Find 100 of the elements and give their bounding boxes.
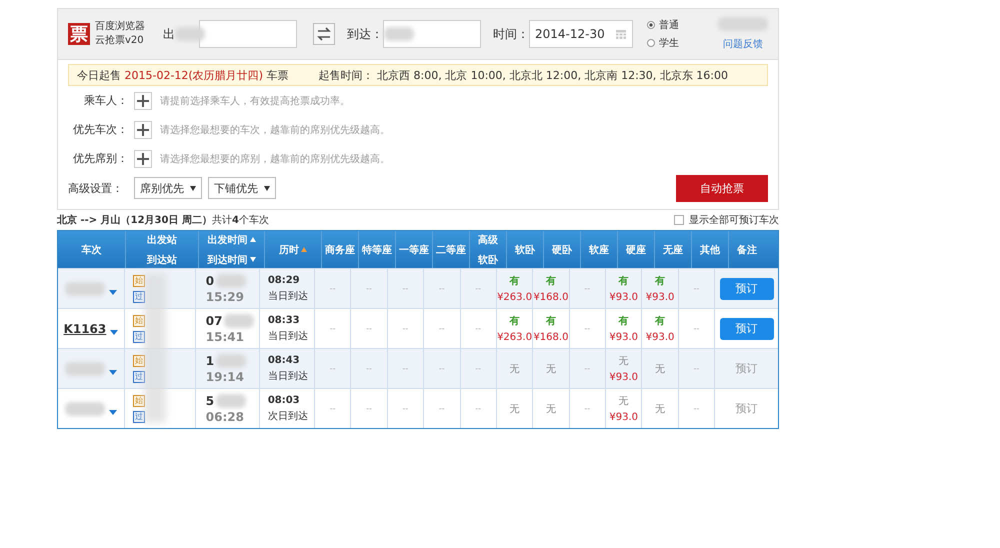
ticket-type-radio[interactable]: 学生	[647, 36, 679, 50]
train-number[interactable]: K1163	[64, 322, 106, 336]
form-label: 高级设置：	[68, 180, 124, 196]
seat-status: --	[584, 404, 590, 413]
seat-status: 无	[546, 402, 556, 416]
seat-status: 有	[510, 314, 520, 328]
seat-status: --	[402, 364, 408, 373]
seat-status: --	[694, 324, 700, 333]
column-header[interactable]: 一等座	[399, 242, 429, 256]
duration: 08:29	[268, 274, 300, 286]
column-header[interactable]: 软座	[589, 242, 609, 256]
seat-price: ¥168.0	[533, 332, 568, 343]
column-header[interactable]: 到达时间	[208, 252, 256, 266]
result-summary: 北京 --> 月山（12月30日 周二）共计4个车次	[57, 213, 269, 227]
add-button[interactable]	[134, 92, 152, 110]
seat-status: --	[475, 324, 482, 333]
seat-status: 有	[510, 274, 520, 288]
arrival-day: 当日到达	[268, 328, 308, 342]
seat-status: --	[402, 324, 408, 333]
redaction-blur	[216, 354, 246, 368]
column-header[interactable]: 无座	[663, 242, 683, 256]
column-header[interactable]: 二等座	[436, 242, 466, 256]
column-header[interactable]: 备注	[737, 242, 757, 256]
station-badge: 过	[132, 290, 145, 302]
app-version: 云抢票v20	[95, 34, 145, 48]
seat-status: 有	[618, 314, 629, 328]
date-field[interactable]: 2014-12-30	[529, 20, 633, 48]
seat-status: --	[438, 364, 445, 373]
duration: 08:33	[268, 314, 300, 326]
column-header[interactable]: 出发站	[147, 232, 177, 246]
seat-status: 有	[655, 274, 666, 288]
seat-price: ¥93.0	[609, 372, 638, 383]
column-header[interactable]: 硬卧	[552, 242, 572, 256]
book-button[interactable]: 预订	[720, 358, 774, 380]
seat-status: 无	[655, 362, 666, 376]
book-button[interactable]: 预订	[720, 398, 774, 420]
auto-grab-button[interactable]: 自动抢票	[676, 174, 768, 202]
column-header[interactable]: 到达站	[147, 252, 177, 266]
seat-status: --	[438, 404, 445, 413]
duration: 08:03	[268, 394, 300, 406]
station-badge: 过	[132, 330, 145, 342]
duration: 08:43	[268, 354, 300, 366]
caret-icon	[108, 410, 117, 415]
seat-status: --	[584, 324, 590, 333]
seat-status: --	[330, 284, 336, 293]
station-badge: 始	[132, 274, 145, 286]
seat-status: --	[694, 284, 700, 293]
feedback-link[interactable]: 问题反馈	[723, 37, 763, 51]
swap-button[interactable]	[313, 23, 335, 45]
redaction-blur	[224, 314, 254, 328]
seat-status: 有	[546, 274, 556, 288]
seat-status: --	[366, 324, 372, 333]
form-label: 优先车次：	[72, 122, 128, 137]
seat-status: --	[366, 284, 372, 293]
column-header[interactable]: 车次	[82, 242, 102, 256]
column-header[interactable]: 特等座	[362, 242, 392, 256]
plus-icon	[137, 152, 149, 164]
column-header[interactable]: 硬座	[626, 242, 646, 256]
show-all-checkbox[interactable]: 显示全部可预订车次	[674, 213, 779, 227]
column-header[interactable]: 软卧	[515, 242, 535, 256]
arrival-day: 次日到达	[268, 408, 308, 422]
from-label: 出	[163, 26, 175, 42]
calendar-icon	[615, 28, 627, 40]
arrival-time: 15:29	[206, 290, 244, 304]
book-button[interactable]: 预订	[720, 318, 774, 340]
hint-text: 请提前选择乘车人，有效提高抢票成功率。	[160, 94, 350, 108]
station-badge: 过	[132, 410, 145, 422]
add-button[interactable]	[134, 120, 152, 138]
notice-text: 今日起售 2015-02-12(农历腊月廿四) 车票	[77, 68, 289, 82]
priority-select[interactable]: 下铺优先	[208, 177, 276, 199]
seat-status: --	[584, 284, 590, 293]
seat-status: 无	[618, 355, 629, 368]
column-header[interactable]: 高级	[478, 232, 498, 246]
arrival-time: 15:41	[206, 330, 244, 344]
column-header[interactable]: 其他	[700, 242, 720, 256]
to-field[interactable]	[383, 20, 481, 48]
seat-status: 无	[546, 362, 556, 376]
from-field[interactable]	[199, 20, 297, 48]
column-header[interactable]: 软卧	[478, 252, 498, 266]
ticket-type-radio[interactable]: 普通	[647, 18, 679, 32]
redaction-blur	[64, 402, 105, 416]
priority-select[interactable]: 席别优先	[134, 177, 202, 199]
logo: 票	[68, 23, 90, 45]
seat-status: --	[330, 364, 336, 373]
seat-status: 有	[546, 314, 556, 328]
seat-status: --	[475, 364, 482, 373]
date-label: 时间：	[493, 26, 529, 42]
add-button[interactable]	[134, 150, 152, 168]
seat-price: ¥93.0	[646, 292, 674, 303]
form-label: 乘车人：	[83, 93, 128, 108]
seat-price: ¥93.0	[609, 332, 638, 343]
caret-icon	[108, 290, 117, 295]
column-header[interactable]: 历时	[279, 242, 307, 256]
arrival-time: 19:14	[206, 370, 244, 384]
seat-price: ¥93.0	[609, 292, 638, 303]
seat-status: --	[438, 324, 445, 333]
column-header[interactable]: 商务座	[325, 242, 355, 256]
column-header[interactable]: 出发时间	[208, 232, 256, 246]
book-button[interactable]: 预订	[720, 278, 774, 300]
sale-times: 起售时间： 北京西 8:00, 北京 10:00, 北京北 12:00, 北京南 12:30, 北京东 16:00	[318, 68, 728, 82]
